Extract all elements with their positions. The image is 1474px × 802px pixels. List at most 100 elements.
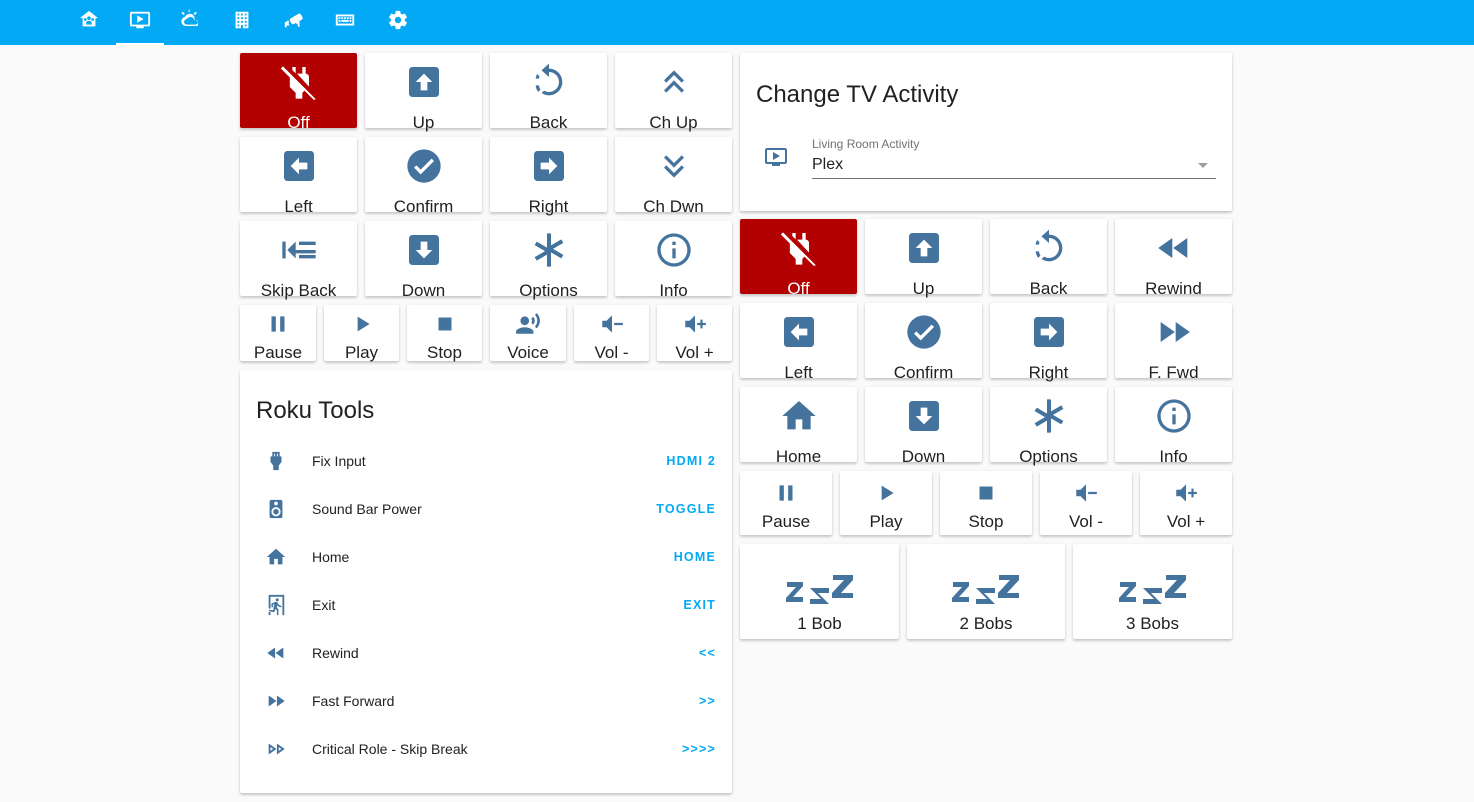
button-label: Right <box>528 197 569 216</box>
skip-break-action-button[interactable]: >>>> <box>682 742 716 756</box>
right-pause-button[interactable]: Pause <box>740 471 832 535</box>
television-play-icon <box>129 9 151 36</box>
sleep-icon <box>951 556 1021 606</box>
button-label: Off <box>787 279 810 298</box>
button-label: Ch Dwn <box>643 197 704 216</box>
sleep-1-bob-button[interactable]: 1 Bob <box>740 544 899 639</box>
tab-remote[interactable] <box>321 0 369 45</box>
right-play-button[interactable]: Play <box>840 471 932 535</box>
left-stop-button[interactable]: Stop <box>407 305 482 362</box>
roku-row-sound-bar: Sound Bar Power TOGGLE <box>240 485 732 533</box>
button-label: Info <box>1159 447 1188 466</box>
play-icon <box>873 480 899 506</box>
tab-weather[interactable] <box>167 0 215 45</box>
button-label: Down <box>901 447 946 466</box>
power-plug-off-icon <box>279 62 319 102</box>
button-label: Off <box>287 113 310 132</box>
button-label: Rewind <box>1145 279 1202 298</box>
fast-forward-button[interactable]: F. Fwd <box>1115 303 1232 382</box>
right-stop-button[interactable]: Stop <box>940 471 1032 535</box>
left-play-button[interactable]: Play <box>324 305 399 362</box>
right-home-button[interactable]: Home <box>740 387 857 466</box>
sleep-2-bobs-button[interactable]: 2 Bobs <box>907 544 1065 639</box>
home-action-button[interactable]: HOME <box>674 550 716 564</box>
right-info-button[interactable]: Info <box>1115 387 1232 466</box>
button-label: Voice <box>507 343 549 362</box>
left-down-button[interactable]: Down <box>365 221 482 300</box>
right-options-button[interactable]: Options <box>990 387 1107 466</box>
button-label: Vol + <box>1166 512 1206 531</box>
channel-down-button[interactable]: Ch Dwn <box>615 137 732 216</box>
button-label: Stop <box>968 512 1004 531</box>
tab-cameras[interactable] <box>270 0 318 45</box>
button-label: Up <box>912 279 935 298</box>
right-up-button[interactable]: Up <box>865 219 982 298</box>
right-right-button[interactable]: Right <box>990 303 1107 382</box>
toggle-button[interactable]: TOGGLE <box>656 502 716 516</box>
skip-back-button[interactable]: Skip Back <box>240 221 357 300</box>
left-volume-up-button[interactable]: Vol + <box>657 305 732 362</box>
button-label: Play <box>344 343 379 362</box>
arrow-up-box-icon <box>904 228 944 268</box>
right-down-button[interactable]: Down <box>865 387 982 466</box>
tab-media[interactable] <box>116 0 164 45</box>
exit-run-icon <box>264 593 288 617</box>
row-name: Exit <box>312 597 336 613</box>
row-name: Fast Forward <box>312 693 395 709</box>
exit-button[interactable]: EXIT <box>683 598 716 612</box>
row-name: Rewind <box>312 645 359 661</box>
left-off-button[interactable]: Off <box>240 53 357 132</box>
select-underline <box>812 178 1216 179</box>
roku-row-fix-input: Fix Input HDMI 2 <box>240 437 732 485</box>
roku-tools-card: Roku Tools Fix Input HDMI 2 Sound Bar Po… <box>240 370 732 793</box>
tab-settings[interactable] <box>374 0 422 45</box>
right-off-button[interactable]: Off <box>740 219 857 298</box>
arrow-right-box-icon <box>529 146 569 186</box>
dropdown-arrow-icon <box>1198 163 1208 168</box>
arrow-down-box-icon <box>904 396 944 436</box>
voice-button[interactable]: Voice <box>490 305 566 362</box>
left-pause-button[interactable]: Pause <box>240 305 316 362</box>
right-left-button[interactable]: Left <box>740 303 857 382</box>
tab-home[interactable] <box>65 0 113 45</box>
arrow-left-box-icon <box>279 146 319 186</box>
button-label: Options <box>519 281 578 300</box>
activity-select[interactable]: Living Room Activity Plex <box>812 133 1216 179</box>
arrow-up-box-icon <box>404 62 444 102</box>
left-right-button[interactable]: Right <box>490 137 607 216</box>
card-title: Roku Tools <box>256 397 375 424</box>
volume-minus-icon <box>599 311 625 337</box>
right-confirm-button[interactable]: Confirm <box>865 303 982 382</box>
arrow-left-box-icon <box>779 312 819 352</box>
power-plug-off-icon <box>779 228 819 268</box>
office-building-icon <box>231 9 253 36</box>
left-confirm-button[interactable]: Confirm <box>365 137 482 216</box>
button-label: F. Fwd <box>1148 363 1199 382</box>
button-label: Right <box>1028 363 1069 382</box>
left-options-button[interactable]: Options <box>490 221 607 300</box>
asterisk-icon <box>1029 396 1069 436</box>
rewind-action-button[interactable]: << <box>699 646 716 660</box>
button-label: Info <box>659 281 688 300</box>
rewind-button[interactable]: Rewind <box>1115 219 1232 298</box>
tab-office[interactable] <box>218 0 266 45</box>
right-volume-down-button[interactable]: Vol - <box>1040 471 1132 535</box>
weather-icon <box>180 9 202 36</box>
button-label: Left <box>784 363 813 382</box>
sleep-3-bobs-button[interactable]: 3 Bobs <box>1073 544 1232 639</box>
left-volume-down-button[interactable]: Vol - <box>574 305 649 362</box>
left-back-button[interactable]: Back <box>490 53 607 132</box>
speaker-icon <box>264 497 288 521</box>
roku-row-exit: Exit EXIT <box>240 581 732 629</box>
hdmi-2-button[interactable]: HDMI 2 <box>666 454 716 468</box>
roku-row-home: Home HOME <box>240 533 732 581</box>
left-left-button[interactable]: Left <box>240 137 357 216</box>
left-info-button[interactable]: Info <box>615 221 732 300</box>
left-up-button[interactable]: Up <box>365 53 482 132</box>
right-back-button[interactable]: Back <box>990 219 1107 298</box>
channel-up-button[interactable]: Ch Up <box>615 53 732 132</box>
fast-forward-action-button[interactable]: >> <box>699 694 716 708</box>
right-volume-up-button[interactable]: Vol + <box>1140 471 1232 535</box>
button-label: Pause <box>253 343 303 362</box>
row-name: Home <box>312 549 350 565</box>
